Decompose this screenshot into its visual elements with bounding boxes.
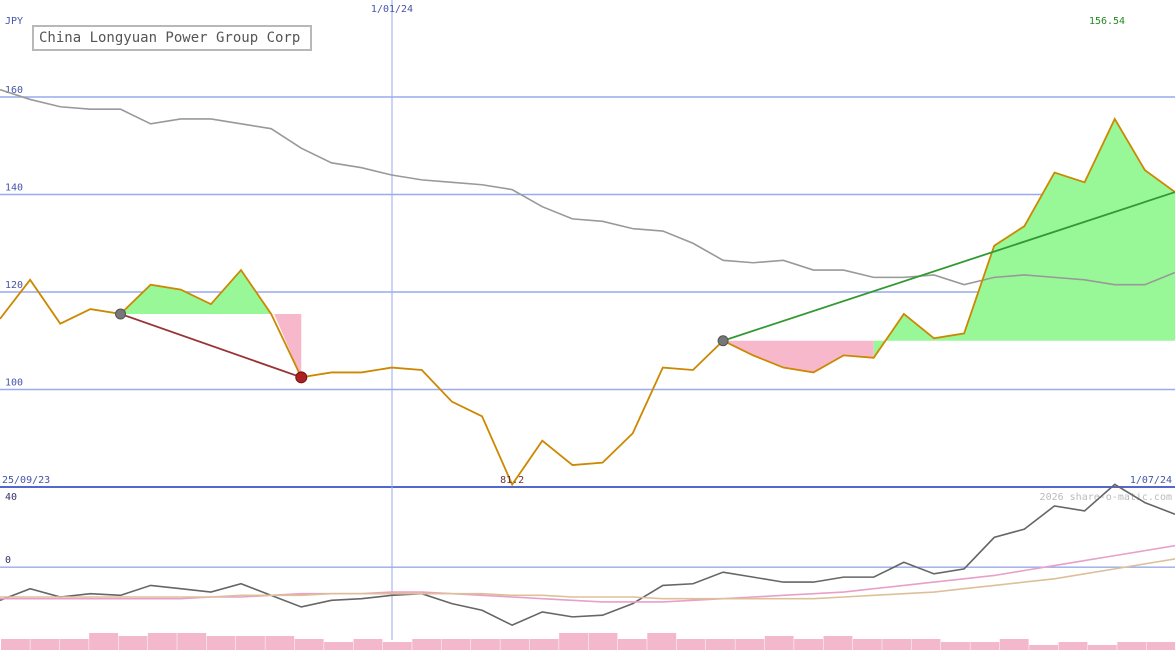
min-value-label: 81.2 <box>500 475 524 486</box>
currency-label: JPY <box>5 16 23 27</box>
trendline <box>120 313 302 379</box>
volume-bar <box>941 642 970 650</box>
volume-bar <box>1087 645 1117 650</box>
volume-bar <box>177 633 207 650</box>
volume-bar <box>1117 642 1147 650</box>
volume-bar <box>1058 642 1088 650</box>
volume-bar <box>588 633 618 650</box>
stock-chart: 160140120100400-50JPY1/01/24156.5425/09/… <box>0 0 1175 650</box>
volume-bar <box>823 636 853 650</box>
volume-bar <box>441 639 471 650</box>
volume-bar <box>882 639 912 650</box>
volume-bar <box>647 633 677 650</box>
volume-bar <box>294 639 324 650</box>
volume-bar <box>1146 642 1175 650</box>
x-end-label: 1/07/24 <box>1130 475 1172 486</box>
volume-bar <box>529 639 559 650</box>
volume-bar <box>382 642 412 650</box>
chart-canvas: 160140120100400-50JPY1/01/24156.5425/09/… <box>0 0 1175 650</box>
last-value-label: 156.54 <box>1089 16 1125 27</box>
gain-area <box>873 118 1175 358</box>
y-tick-label: 140 <box>5 183 23 194</box>
trend-end-marker <box>295 371 308 384</box>
volume-bar <box>559 633 588 650</box>
volume-bar <box>59 639 89 650</box>
trend-start-marker <box>115 308 127 320</box>
volume-bar <box>236 636 265 650</box>
volume-bar <box>265 636 295 650</box>
lower-y-tick-label: 40 <box>5 492 17 503</box>
volume-bar <box>353 639 383 650</box>
volume-bar <box>30 639 60 650</box>
volume-bar <box>852 639 882 650</box>
volume-bar <box>89 633 118 650</box>
volume-bar <box>706 639 735 650</box>
volume-bar <box>676 639 706 650</box>
x-mid-label: 1/01/24 <box>371 4 413 15</box>
volume-bar <box>764 636 794 650</box>
lower-panel-bg <box>0 488 1175 650</box>
y-tick-label: 120 <box>5 280 23 291</box>
watermark: 2026 share-o-matic.com <box>1040 492 1172 503</box>
volume-bar <box>324 642 353 650</box>
lower-y-tick-label: 0 <box>5 555 11 566</box>
trend-start-marker <box>717 335 729 347</box>
x-start-label: 25/09/23 <box>2 475 50 486</box>
y-tick-label: 100 <box>5 378 23 389</box>
volume-bar <box>735 639 765 650</box>
volume-bar <box>911 639 941 650</box>
volume-bar <box>999 639 1029 650</box>
volume-bar <box>970 642 1000 650</box>
volume-bar <box>147 633 177 650</box>
volume-bar <box>412 639 442 650</box>
chart-title: China Longyuan Power Group Corp <box>32 25 313 51</box>
volume-bar <box>1 639 30 650</box>
volume-bar <box>206 636 236 650</box>
volume-bar <box>471 639 500 650</box>
volume-bar <box>617 639 647 650</box>
volume-bar <box>500 639 530 650</box>
volume-bar <box>1029 645 1058 650</box>
volume-bar <box>118 636 148 650</box>
volume-bar <box>794 639 823 650</box>
